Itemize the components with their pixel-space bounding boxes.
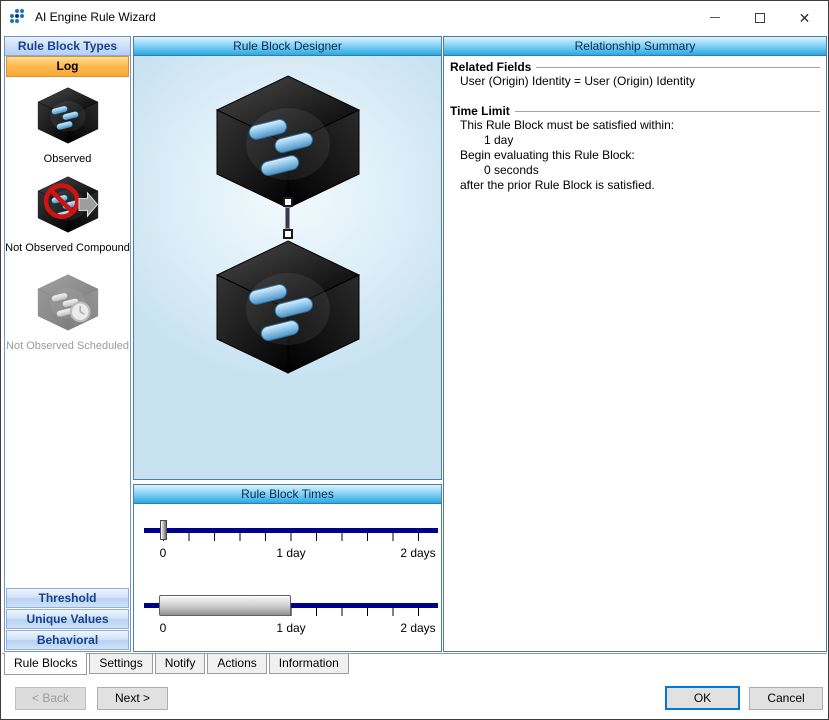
not-observed-scheduled-icon — [36, 273, 100, 332]
maximize-icon — [755, 13, 765, 23]
threshold-category-button[interactable]: Threshold — [6, 588, 129, 608]
group-title-text: Time Limit — [450, 104, 510, 118]
maximize-button[interactable] — [737, 2, 782, 33]
ai-engine-rule-wizard-window: AI Engine Rule Wizard ✕ Rule Block Types… — [0, 0, 829, 720]
rule-type-not-observed-compound[interactable]: Not Observed Compound — [5, 175, 130, 255]
time-limit-value: 0 seconds — [450, 163, 820, 178]
rule-block-times-panel: Rule Block Times 0 1 day 2 days 0 1 day … — [133, 484, 442, 652]
close-button[interactable]: ✕ — [782, 2, 827, 33]
rule-type-observed[interactable]: Observed — [5, 86, 130, 166]
window-title: AI Engine Rule Wizard — [35, 10, 156, 24]
connector-bar — [285, 207, 290, 229]
tab-settings[interactable]: Settings — [89, 654, 152, 674]
tab-actions[interactable]: Actions — [207, 654, 266, 674]
relationship-summary-body: Related Fields User (Origin) Identity = … — [444, 56, 826, 651]
relationship-summary-header: Relationship Summary — [444, 37, 826, 56]
tab-notify[interactable]: Notify — [155, 654, 206, 674]
wizard-tab-strip: Rule Blocks Settings Notify Actions Info… — [2, 653, 827, 676]
slider-ticks — [163, 533, 420, 541]
tab-rule-blocks[interactable]: Rule Blocks — [4, 653, 87, 675]
time-limit-range-bar[interactable] — [159, 595, 291, 616]
rule-type-not-observed-scheduled: Not Observed Scheduled — [5, 273, 130, 353]
axis-label-zero: 0 — [160, 546, 167, 560]
close-icon: ✕ — [799, 11, 811, 25]
rule-block-designer-header: Rule Block Designer — [134, 37, 441, 56]
back-button: < Back — [15, 687, 86, 710]
rule-block-types-panel: Rule Block Types Log Observed Not Observ… — [4, 36, 131, 652]
axis-label-two-days: 2 days — [400, 621, 435, 635]
rule-block-designer-panel: Rule Block Designer — [133, 36, 442, 480]
designer-canvas[interactable] — [134, 56, 441, 479]
rule-block-times-body: 0 1 day 2 days 0 1 day 2 days — [134, 504, 441, 651]
behavioral-category-button[interactable]: Behavioral — [6, 630, 129, 650]
rule-type-label: Observed — [5, 153, 130, 166]
observed-cube-icon — [36, 86, 100, 145]
group-title-text: Related Fields — [450, 60, 531, 74]
rule-block-1[interactable] — [213, 72, 363, 217]
rule-block-2[interactable] — [213, 237, 363, 382]
time-limit-line: after the prior Rule Block is satisfied. — [450, 178, 820, 193]
rule-block-types-header: Rule Block Types — [5, 37, 130, 56]
logrhythm-dots-icon — [10, 8, 28, 26]
relationship-summary-panel: Relationship Summary Related Fields User… — [443, 36, 827, 652]
cancel-button[interactable]: Cancel — [749, 687, 823, 710]
slider-thumb[interactable] — [160, 520, 167, 540]
time-limit-group-title: Time Limit — [450, 104, 820, 118]
time-limit-range-slider: 0 1 day 2 days — [134, 595, 441, 641]
axis-label-two-days: 2 days — [400, 546, 435, 560]
minimize-button[interactable] — [692, 2, 737, 33]
ok-button[interactable]: OK — [665, 686, 740, 710]
group-gap — [450, 89, 820, 103]
evaluation-delay-slider: 0 1 day 2 days — [134, 520, 441, 566]
rule-block-cube-icon — [213, 237, 363, 377]
group-title-rule — [536, 67, 820, 69]
log-category-button[interactable]: Log — [6, 56, 129, 77]
axis-label-one-day: 1 day — [276, 546, 305, 560]
not-observed-compound-icon — [36, 175, 100, 234]
rule-type-label: Not Observed Scheduled — [5, 340, 130, 353]
axis-label-zero: 0 — [160, 621, 167, 635]
rule-block-cube-icon — [213, 72, 363, 212]
tab-information[interactable]: Information — [269, 654, 349, 674]
related-fields-line: User (Origin) Identity = User (Origin) I… — [450, 74, 820, 89]
connector-endpoint-top — [283, 197, 293, 207]
related-fields-group-title: Related Fields — [450, 60, 820, 74]
next-button[interactable]: Next > — [97, 687, 168, 710]
time-limit-line: This Rule Block must be satisfied within… — [450, 118, 820, 133]
window-controls: ✕ — [692, 2, 827, 33]
minimize-icon — [710, 17, 720, 18]
time-limit-line: Begin evaluating this Rule Block: — [450, 148, 820, 163]
rule-type-label: Not Observed Compound — [5, 242, 130, 255]
group-title-rule — [515, 111, 820, 113]
time-limit-value: 1 day — [450, 133, 820, 148]
title-bar: AI Engine Rule Wizard ✕ — [1, 1, 828, 33]
unique-values-category-button[interactable]: Unique Values — [6, 609, 129, 629]
rule-block-times-header: Rule Block Times — [134, 485, 441, 504]
rule-block-connector[interactable] — [283, 197, 293, 239]
axis-label-one-day: 1 day — [276, 621, 305, 635]
